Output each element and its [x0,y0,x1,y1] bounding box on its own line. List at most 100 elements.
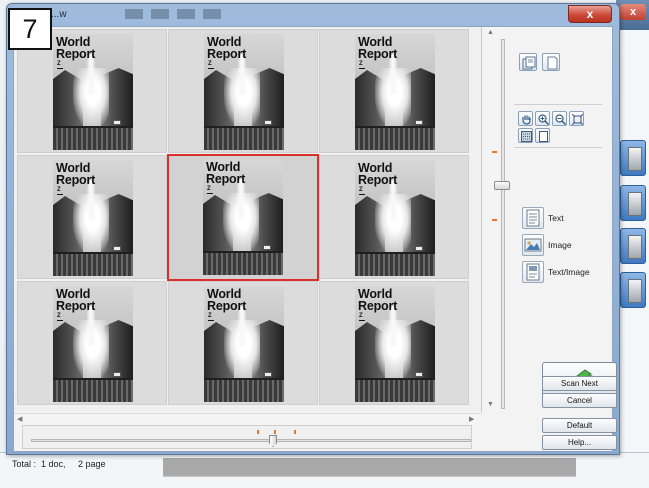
hand-tool-button[interactable] [518,111,533,126]
image-mode-button[interactable] [522,234,544,256]
blank-page-icon [539,131,548,142]
scan-preview-dialog: ...w x World Report Z World Report Z World R… [6,3,620,455]
subtitle-underline [359,320,365,321]
scroll-up-icon[interactable]: ▲ [487,29,494,36]
close-button[interactable]: x [568,5,612,23]
background-scanner-icon[interactable] [620,140,646,176]
magazine-title: World Report [207,35,247,61]
magazine-subtitle: Z [57,187,61,193]
ground [355,128,435,150]
plaque [415,246,423,251]
cancel-button[interactable]: Cancel [542,393,617,408]
ground [203,253,283,275]
fit-page-icon [572,114,583,125]
status-divider [163,476,576,477]
zoom-out-button[interactable] [552,111,567,126]
thumbnail-size-slider-thumb[interactable] [494,181,510,190]
single-page-icon [547,56,558,70]
background-close-button[interactable]: x [620,4,646,20]
text-image-mode-button[interactable] [522,261,544,283]
background-scanner-icon-2[interactable] [620,228,646,264]
select-all-button[interactable] [518,128,533,143]
zoom-in-button[interactable] [535,111,550,126]
hand-tool-icon [522,115,531,125]
magazine-title: World Report [358,161,398,187]
thumbnail-selected[interactable]: World Report Z [167,154,319,281]
magazine-title: World Report [207,287,247,313]
zoom-tick [257,430,259,434]
text-mode-label: Text [548,213,564,223]
ground [204,128,284,150]
subtitle-underline [57,194,63,195]
zoom-tick [294,430,296,434]
text-mode-button[interactable] [522,207,544,229]
magazine-subtitle: Z [208,313,212,319]
plaque [264,120,272,125]
text-image-document-icon [526,263,540,281]
plaque [415,372,423,377]
blank-page-button[interactable] [535,128,550,143]
help-button[interactable]: Help... [542,435,617,450]
zoom-slider-panel [22,425,472,449]
zoom-slider[interactable] [31,439,471,442]
magazine-subtitle: Z [57,313,61,319]
thumbnail[interactable]: World Report Z [17,155,167,279]
single-page-view-button[interactable] [542,53,560,71]
subtitle-underline [207,193,213,194]
scan-next-button[interactable]: Scan Next [542,376,617,391]
page-preview-image: World Report Z [204,34,284,150]
thumbnail-size-slider[interactable] [501,39,505,409]
horizontal-scrollbar[interactable]: ◀ ▶ [14,413,482,425]
magazine-subtitle: Z [57,61,61,67]
magazine-title: World Report [56,35,96,61]
page-preview-image: World Report Z [355,34,435,150]
page-preview-image: World Report Z [53,34,133,150]
separator [514,104,602,105]
mode-text-image[interactable]: Text/Image [522,261,612,285]
text-image-mode-label: Text/Image [548,267,590,277]
magazine-title: World Report [358,35,398,61]
scroll-down-icon[interactable]: ▼ [487,401,494,408]
subtitle-underline [359,194,365,195]
background-document-icon[interactable] [620,185,646,221]
page-preview-image: World Report Z [355,160,435,276]
ground [53,380,133,402]
plaque [113,246,121,251]
scroll-right-icon[interactable]: ▶ [469,415,474,423]
default-button[interactable]: Default [542,418,617,433]
ground [53,254,133,276]
thumbnail[interactable]: World Report Z [17,281,167,405]
thumbnail[interactable]: World Report Z [319,281,469,405]
mode-text[interactable]: Text [522,207,612,231]
thumbnail-grid: World Report Z World Report Z World Report Z W… [14,27,482,412]
slider-tick [492,219,497,221]
magazine-subtitle: Z [208,61,212,67]
thumbnail[interactable]: World Report Z [168,29,318,153]
zoom-tick [274,430,276,434]
scroll-left-icon[interactable]: ◀ [17,415,22,423]
magazine-title: World Report [56,161,96,187]
plaque [264,372,272,377]
magazine-subtitle: Z [359,61,363,67]
multi-page-view-button[interactable] [519,53,537,71]
select-all-icon [521,131,532,142]
status-total-text: Total : 1 doc, 2 page [12,459,106,469]
zoom-slider-thumb[interactable] [269,435,277,447]
subtitle-underline [208,320,214,321]
fit-page-button[interactable] [569,111,584,126]
mode-image[interactable]: Image [522,234,612,258]
background-printer-icon[interactable] [620,272,646,308]
magazine-title: World Report [358,287,398,313]
magazine-subtitle: Z [359,187,363,193]
dialog-title: ...w [51,9,67,20]
page-preview-image: World Report Z [53,160,133,276]
dialog-titlebar[interactable]: ...w x [7,4,619,26]
step-number-badge: 7 [8,8,52,50]
thumbnail[interactable]: World Report Z [168,281,318,405]
magazine-title: World Report [56,287,96,313]
dialog-title-menu [125,9,225,19]
ground [53,128,133,150]
multi-page-icon [522,56,536,70]
thumbnail[interactable]: World Report Z [319,155,469,279]
thumbnail[interactable]: World Report Z [319,29,469,153]
